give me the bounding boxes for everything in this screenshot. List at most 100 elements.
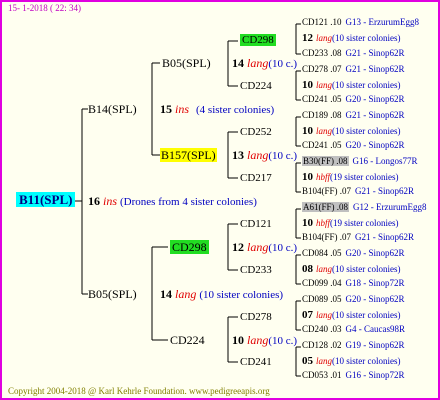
g4-entry-location: G20 - Sinop62R (345, 140, 405, 150)
g1-annotation-1: 14 lang (10 sister colonies) (160, 287, 283, 302)
g4-entry-12[interactable]: CD089 .05 G20 - Sinop62R (302, 294, 405, 305)
root-annot-word: ins (103, 194, 118, 208)
g2-annot-word-0: lang (247, 56, 269, 70)
g4-entry-id: CD099 .04 (302, 278, 342, 288)
g4-entry-id: CD233 .08 (302, 48, 342, 58)
g4-entry-location: G13 - ErzurumEgg8 (345, 17, 419, 27)
g3-node-5[interactable]: CD233 (240, 264, 272, 277)
g4-entry-id: CD241 .05 (302, 94, 342, 104)
g1-annot-note-0: (4 sister colonies) (196, 104, 275, 116)
g4-entry-location: G21 - Sinop62R (355, 186, 415, 196)
g4-entry-9[interactable]: B104(FF) .07 G21 - Sinop62R (302, 232, 414, 243)
g3-node-6[interactable]: CD278 (240, 311, 272, 324)
g4-annot-note: (10 sister colonies) (332, 356, 401, 366)
g2-node-2[interactable]: CD298 (170, 240, 209, 254)
g4-entry-location: G19 - Sinop62R (345, 340, 405, 350)
g4-entry-3[interactable]: CD241 .05 G20 - Sinop62R (302, 94, 405, 105)
g2-node-1-label: B157(SPL) (160, 148, 217, 162)
g4-entry-4[interactable]: CD189 .08 G21 - Sinop62R (302, 110, 405, 121)
g4-annotation-0: 12 lang(10 sister colonies) (302, 33, 401, 44)
g2-node-2-label: CD298 (170, 240, 209, 254)
g4-annot-word: hbff (316, 218, 331, 228)
root-node[interactable]: B11(SPL) (16, 192, 76, 208)
g2-annotation-0: 14 lang(10 c.) (232, 56, 297, 71)
g3-node-0[interactable]: CD298 (240, 34, 276, 47)
g4-annotation-6: 10 hbff(19 sister colonies) (302, 172, 399, 183)
g2-annot-note-3: (10 c.) (268, 335, 298, 347)
g4-entry-0[interactable]: CD121 .10 G13 - ErzurumEgg8 (302, 17, 419, 28)
g4-annotation-14: 05 lang(10 sister colonies) (302, 356, 401, 367)
g2-annot-note-0: (10 c.) (268, 58, 298, 70)
g2-annotation-2: 12 lang(10 c.) (232, 240, 297, 255)
g4-annot-num: 10 (302, 79, 313, 91)
g3-node-4[interactable]: CD121 (240, 218, 272, 231)
g4-entry-location: G20 - Sinop62R (345, 94, 405, 104)
g4-annot-num: 10 (302, 171, 313, 183)
g4-entry-10[interactable]: CD084 .05 G20 - Sinop62R (302, 248, 405, 259)
g4-entry-7[interactable]: B104(FF) .07 G21 - Sinop62R (302, 186, 414, 197)
g1-annot-num-0: 15 (160, 102, 172, 116)
g4-annotation-2: 10 lang(10 sister colonies) (302, 80, 401, 91)
g4-annotation-10: 08 lang(10 sister colonies) (302, 264, 401, 275)
g4-entry-6[interactable]: B30(FF) .08 G16 - Longos77R (302, 156, 418, 167)
g4-annot-note: (10 sister colonies) (332, 33, 401, 43)
g2-annot-note-1: (10 c.) (268, 150, 298, 162)
g4-entry-location: G4 - Caucas98R (345, 324, 406, 334)
g4-entry-id: CD089 .05 (302, 294, 342, 304)
g4-entry-13[interactable]: CD240 .03 G4 - Caucas98R (302, 324, 405, 335)
root-annot-num: 16 (88, 194, 100, 208)
g4-entry-location: G21 - Sinop62R (345, 110, 405, 120)
g2-annot-num-3: 10 (232, 333, 244, 347)
g1-annot-word-1: lang (175, 287, 197, 301)
g4-annot-note: (10 sister colonies) (332, 310, 401, 320)
root-name: B11(SPL) (16, 192, 76, 207)
g2-node-1[interactable]: B157(SPL) (160, 148, 217, 162)
g3-node-1[interactable]: CD224 (240, 80, 272, 93)
g4-entry-id: CD241 .05 (302, 140, 342, 150)
g1-annot-note-1: (10 sister colonies) (199, 289, 284, 301)
g3-node-7[interactable]: CD241 (240, 356, 272, 369)
g4-entry-id: CD240 .03 (302, 324, 342, 334)
g1-annot-word-0: ins (175, 102, 190, 116)
g1-node-0[interactable]: B14(SPL) (88, 102, 137, 116)
g4-annotation-8: 10 hbff(19 sister colonies) (302, 218, 399, 229)
g1-node-1[interactable]: B05(SPL) (88, 287, 137, 301)
g4-entry-id: CD278 .07 (302, 64, 342, 74)
g3-node-0-label: CD298 (240, 34, 276, 46)
g4-entry-id: B104(FF) .07 (302, 232, 352, 242)
g1-annot-num-1: 14 (160, 287, 172, 301)
g4-entry-location: G21 - Sinop62R (345, 48, 405, 58)
g4-annotation-4: 10 lang(10 sister colonies) (302, 126, 401, 137)
g4-annot-note: (10 sister colonies) (332, 264, 401, 274)
g3-node-2[interactable]: CD252 (240, 126, 272, 139)
g4-entry-location: G21 - Sinop62R (345, 64, 405, 74)
g3-node-3[interactable]: CD217 (240, 172, 272, 185)
g2-annot-num-1: 13 (232, 148, 244, 162)
g4-entry-5[interactable]: CD241 .05 G20 - Sinop62R (302, 140, 405, 151)
g2-node-3[interactable]: CD224 (170, 333, 205, 347)
g4-annot-word: lang (316, 126, 333, 136)
g4-annot-word: lang (316, 33, 333, 43)
g4-annot-num: 07 (302, 309, 313, 321)
g2-node-0[interactable]: B05(SPL) (162, 56, 211, 70)
g4-entry-id: A61(FF) .08 (302, 202, 350, 212)
g4-entry-2[interactable]: CD278 .07 G21 - Sinop62R (302, 64, 405, 75)
g2-annot-word-1: lang (247, 148, 269, 162)
timestamp-header: 15- 1-2018 ( 22: 34) (8, 3, 81, 13)
g4-entry-location: G20 - Sinop62R (345, 294, 405, 304)
g4-entry-8[interactable]: A61(FF) .08 G12 - ErzurumEgg8 (302, 202, 427, 213)
g4-entry-1[interactable]: CD233 .08 G21 - Sinop62R (302, 48, 405, 59)
g4-entry-location: G18 - Sinop72R (345, 278, 405, 288)
g4-entry-location: G16 - Longos77R (352, 156, 418, 166)
g4-entry-location: G16 - Sinop72R (345, 370, 405, 380)
g4-entry-14[interactable]: CD128 .02 G19 - Sinop62R (302, 340, 405, 351)
g2-annot-note-2: (10 c.) (268, 242, 298, 254)
g4-annotation-12: 07 lang(10 sister colonies) (302, 310, 401, 321)
g4-annot-num: 08 (302, 263, 313, 275)
pedigree-frame: 15- 1-2018 ( 22: 34) Copyright 2004-2018… (0, 0, 440, 400)
g2-annot-word-2: lang (247, 240, 269, 254)
g4-entry-15[interactable]: CD053 .01 G16 - Sinop72R (302, 370, 405, 381)
g4-entry-11[interactable]: CD099 .04 G18 - Sinop72R (302, 278, 405, 289)
g4-annot-note: (19 sister colonies) (330, 172, 399, 182)
root-annotation: 16 ins (Drones from 4 sister colonies) (88, 194, 257, 209)
